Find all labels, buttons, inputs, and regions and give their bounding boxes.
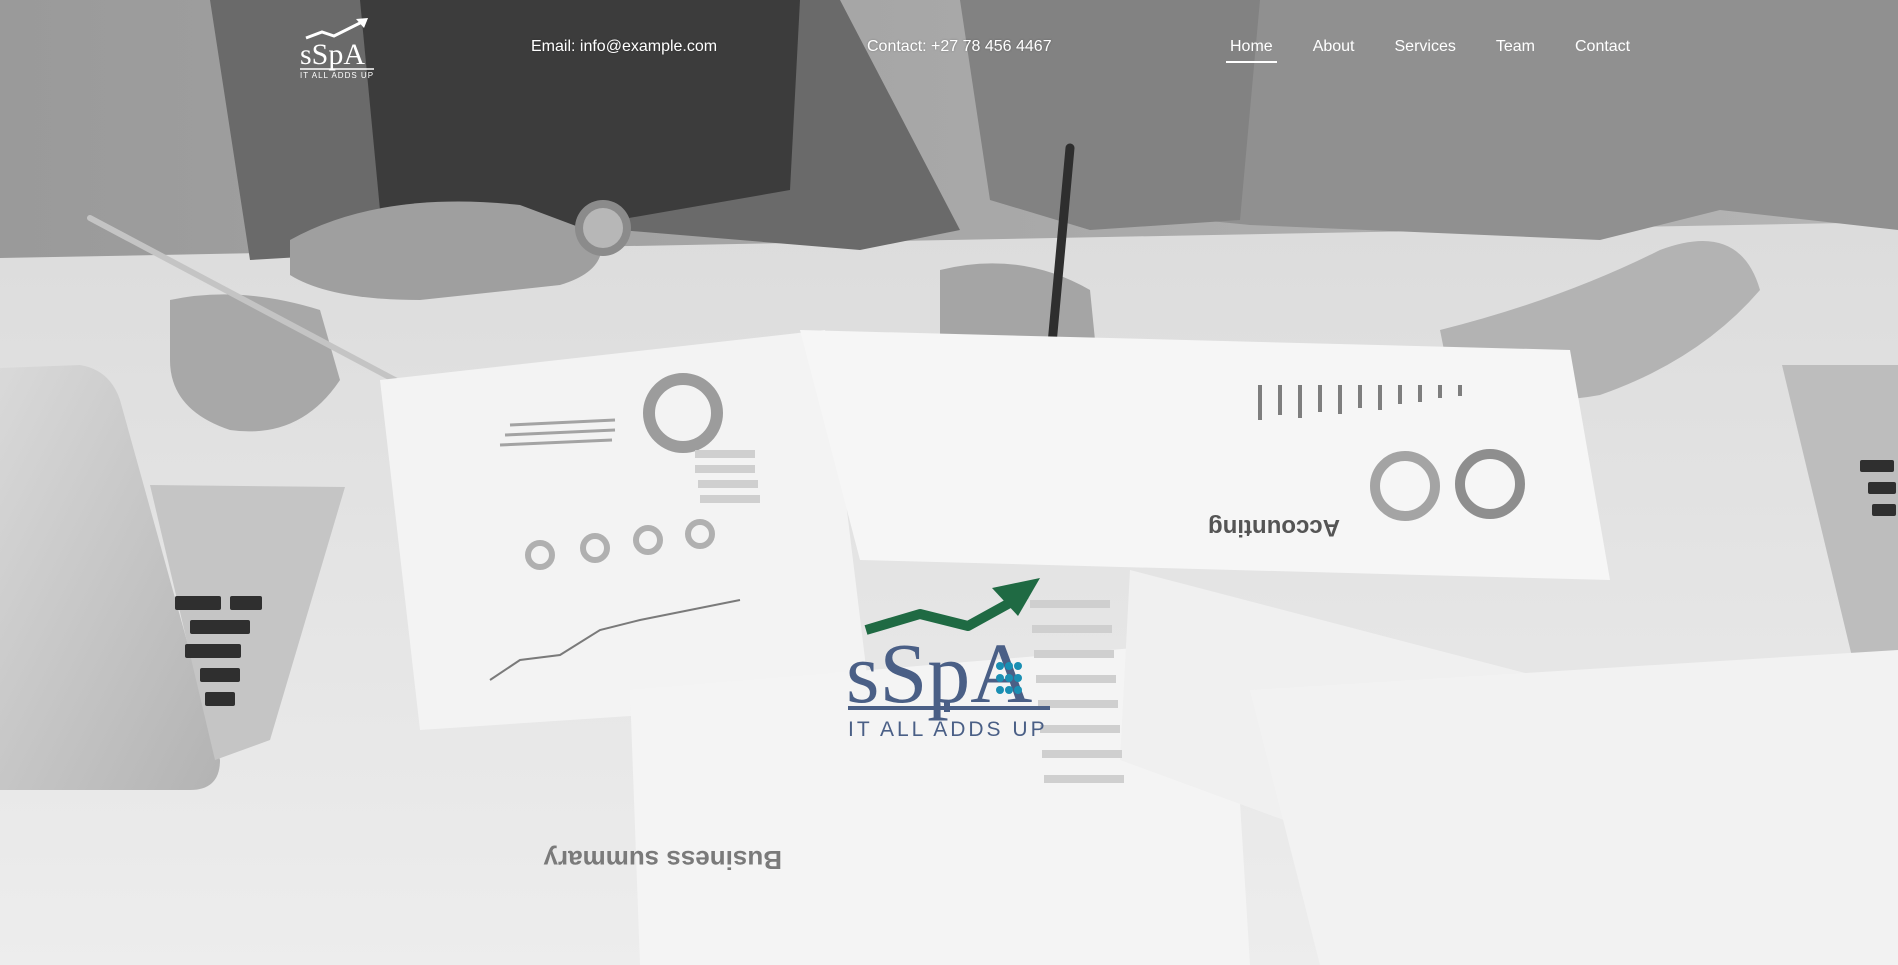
svg-text:IT ALL ADDS UP: IT ALL ADDS UP (300, 71, 374, 80)
nav-contact[interactable]: Contact (1571, 36, 1634, 63)
hero-logo-tagline: IT ALL ADDS UP (848, 718, 1048, 741)
accounting-print: Accounting (1208, 514, 1340, 541)
site-header: sSpA IT ALL ADDS UP Email: info@example.… (0, 0, 1898, 96)
sspa-logo-icon: sSpA IT ALL ADDS UP (300, 18, 374, 80)
header-email: Email: info@example.com (531, 38, 718, 55)
sspa-hero-logo-icon: sSpA IT ALL ADDS UP (846, 578, 1050, 741)
hero-logo: sSpA IT ALL ADDS UP (840, 574, 1068, 742)
main-navigation: Home About Services Team Contact (1226, 36, 1666, 66)
business-summary-print: Business summary (543, 845, 782, 875)
nav-services[interactable]: Services (1391, 36, 1460, 63)
svg-text:sSpA: sSpA (300, 38, 365, 71)
nav-team[interactable]: Team (1492, 36, 1539, 63)
header-phone: Contact: +27 78 456 4467 (867, 38, 1052, 55)
hero-background-photo: Accounting Business summary (0, 0, 1898, 965)
nav-home[interactable]: Home (1226, 36, 1277, 63)
nav-about[interactable]: About (1309, 36, 1359, 63)
header-logo[interactable]: sSpA IT ALL ADDS UP (298, 16, 380, 80)
hero-section: Accounting Business summary (0, 0, 1898, 965)
